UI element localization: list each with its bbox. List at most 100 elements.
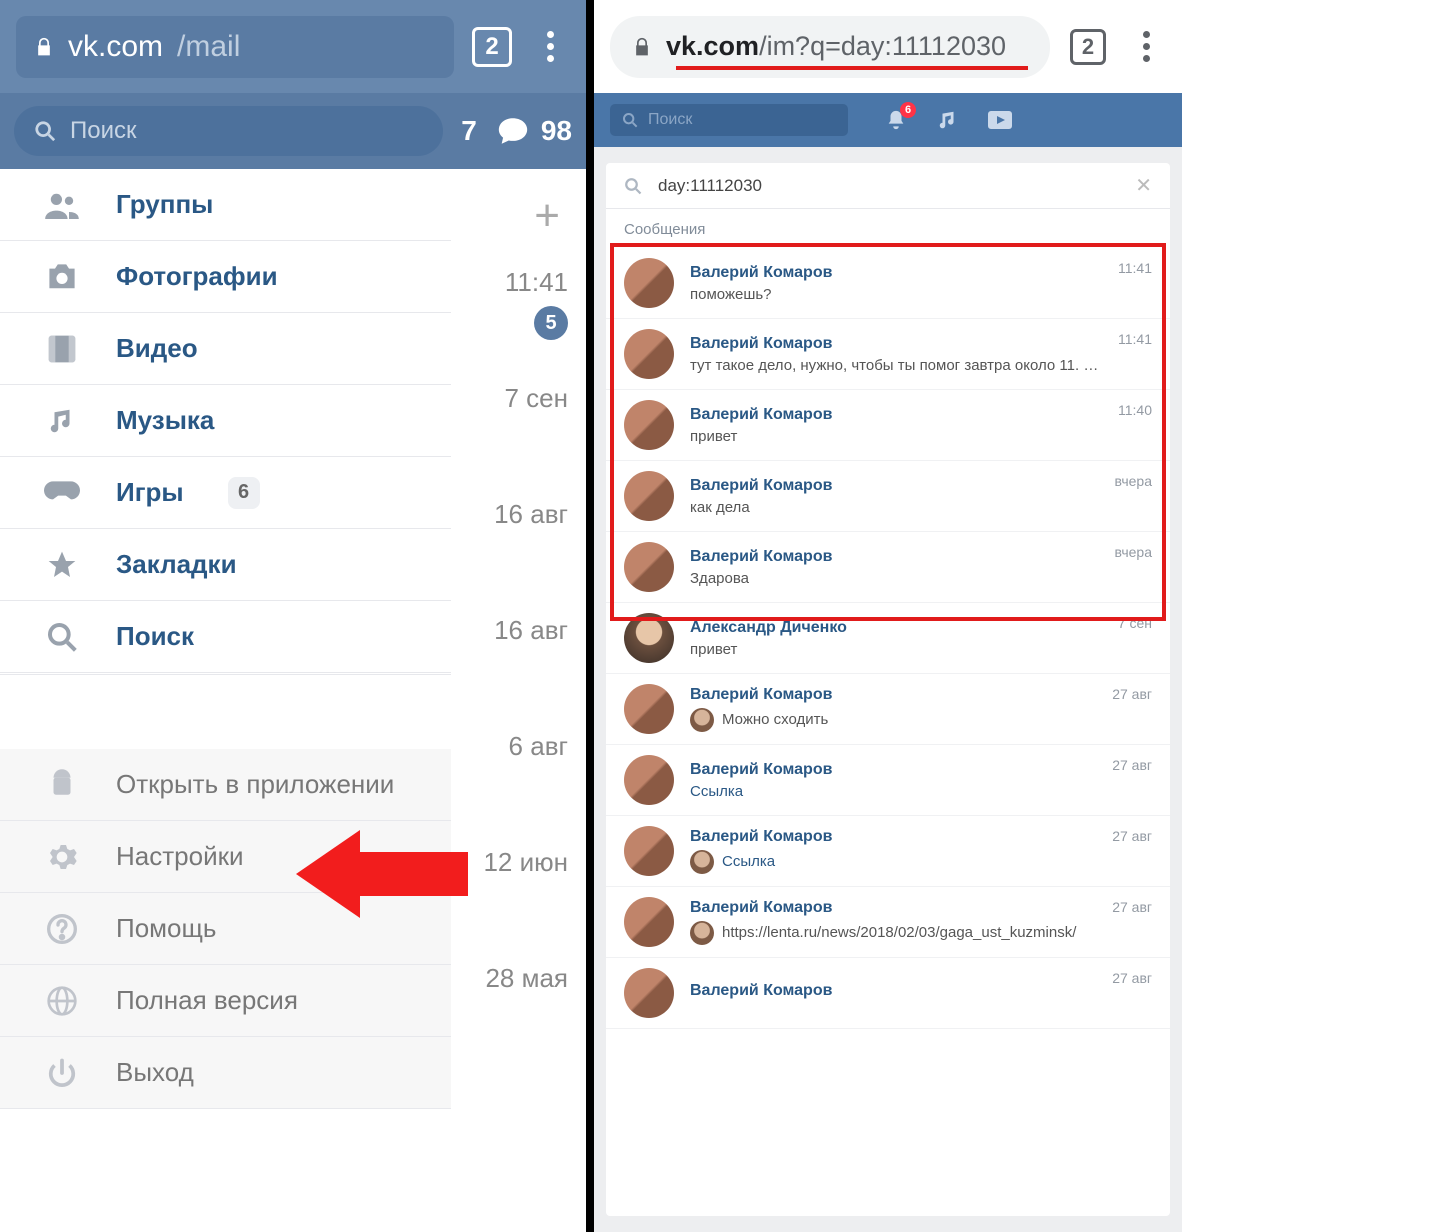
menu-label: Музыка xyxy=(116,405,214,436)
sender-name: Валерий Комаров xyxy=(690,686,1096,704)
menu-item-video[interactable]: Видео xyxy=(0,313,451,385)
clear-search-icon[interactable]: ✕ xyxy=(1135,173,1152,198)
message-result-item[interactable]: Валерий Комаров как дела вчера xyxy=(606,461,1170,532)
message-result-item[interactable]: Валерий Комаров Можно сходить 27 авг xyxy=(606,674,1170,745)
avatar xyxy=(624,329,674,379)
message-time: 7 сен xyxy=(1118,615,1152,631)
message-preview: как дела xyxy=(690,499,1099,516)
bg-time: 7 сен xyxy=(504,383,568,414)
tabs-button[interactable]: 2 xyxy=(1070,29,1106,65)
avatar xyxy=(624,542,674,592)
message-result-item[interactable]: Валерий Комаров тут такое дело, нужно, ч… xyxy=(606,319,1170,390)
music-icon xyxy=(44,403,80,439)
avatar xyxy=(624,613,674,663)
camera-icon xyxy=(44,259,80,295)
browser-menu-icon[interactable] xyxy=(1126,27,1166,67)
avatar xyxy=(624,400,674,450)
vk-sidebar-menu: Группы Фотографии Видео Музыка Игры 6 За… xyxy=(0,169,451,1109)
groups-icon xyxy=(44,187,80,223)
url-domain: vk.com xyxy=(666,31,759,61)
left-screenshot: vk.com/mail 2 Поиск 7 98 + 11:415 7 сен … xyxy=(0,0,594,1232)
im-search-row[interactable]: day:11112030 ✕ xyxy=(606,163,1170,209)
right-screenshot: vk.com/im?q=day:11112030 2 Поиск 6 xyxy=(594,0,1182,1232)
globe-icon xyxy=(44,983,80,1019)
menu-label: Полная версия xyxy=(116,985,298,1016)
avatar xyxy=(624,258,674,308)
message-time: 27 авг xyxy=(1112,970,1152,986)
message-time: 11:41 xyxy=(1118,331,1152,347)
message-time: 27 авг xyxy=(1112,686,1152,702)
avatar xyxy=(624,826,674,876)
message-result-item[interactable]: Александр Диченко привет 7 сен xyxy=(606,603,1170,674)
notifications-count[interactable]: 7 xyxy=(461,115,477,147)
avatar xyxy=(624,471,674,521)
browser-menu-icon[interactable] xyxy=(530,27,570,67)
sender-name: Валерий Комаров xyxy=(690,899,1096,917)
message-result-item[interactable]: Валерий Комаров 27 авг xyxy=(606,958,1170,1029)
browser-chrome-left: vk.com/mail 2 xyxy=(0,0,586,93)
avatar xyxy=(624,684,674,734)
sender-name: Валерий Комаров xyxy=(690,761,1096,779)
search-placeholder: Поиск xyxy=(648,111,692,129)
url-underline-annotation xyxy=(676,66,1028,70)
compose-icon[interactable]: + xyxy=(534,191,560,241)
vk-search-input[interactable]: Поиск xyxy=(14,106,443,156)
menu-label: Закладки xyxy=(116,549,237,580)
message-result-item[interactable]: Валерий Комаров привет 11:40 xyxy=(606,390,1170,461)
bg-time: 11:41 xyxy=(505,267,568,298)
message-result-item[interactable]: Валерий Комаров Ссылка 27 авг xyxy=(606,816,1170,887)
message-preview: привет xyxy=(690,641,1102,658)
vk-header-right: Поиск 6 xyxy=(594,93,1182,147)
url-domain: vk.com xyxy=(68,30,163,64)
bg-time: 28 мая xyxy=(485,963,568,994)
address-bar[interactable]: vk.com/im?q=day:11112030 xyxy=(610,16,1050,78)
browser-chrome-right: vk.com/im?q=day:11112030 2 xyxy=(594,0,1182,93)
menu-item-help[interactable]: Помощь xyxy=(0,893,451,965)
message-time: 11:41 xyxy=(1118,260,1152,276)
message-result-item[interactable]: Валерий Комаров Ссылка 27 авг xyxy=(606,745,1170,816)
sender-name: Валерий Комаров xyxy=(690,264,1102,282)
music-icon[interactable] xyxy=(936,108,960,132)
search-icon xyxy=(44,619,80,655)
message-time: 27 авг xyxy=(1112,828,1152,844)
menu-label: Выход xyxy=(116,1057,194,1088)
menu-label: Игры xyxy=(116,477,184,508)
menu-item-search[interactable]: Поиск xyxy=(0,601,451,673)
message-preview: Можно сходить xyxy=(690,708,1096,732)
vk-header-left: Поиск 7 98 xyxy=(0,93,586,169)
menu-item-star[interactable]: Закладки xyxy=(0,529,451,601)
bg-time: 6 авг xyxy=(509,731,568,762)
message-result-item[interactable]: Валерий Комаров поможешь? 11:41 xyxy=(606,248,1170,319)
tabs-button[interactable]: 2 xyxy=(472,27,512,67)
sender-name: Валерий Комаров xyxy=(690,335,1102,353)
avatar xyxy=(624,755,674,805)
menu-label: Открыть в приложении xyxy=(116,769,394,800)
section-header: Сообщения xyxy=(606,209,1170,248)
menu-item-camera[interactable]: Фотографии xyxy=(0,241,451,313)
own-avatar-icon xyxy=(690,850,714,874)
video-play-icon[interactable] xyxy=(988,108,1012,132)
message-preview: https://lenta.ru/news/2018/02/03/gaga_us… xyxy=(690,921,1096,945)
menu-item-power[interactable]: Выход xyxy=(0,1037,451,1109)
message-time: вчера xyxy=(1115,544,1152,560)
video-icon xyxy=(44,331,80,367)
menu-item-groups[interactable]: Группы xyxy=(0,169,451,241)
sender-name: Валерий Комаров xyxy=(690,406,1102,424)
vk-search-input[interactable]: Поиск xyxy=(610,104,848,136)
search-placeholder: Поиск xyxy=(70,117,137,145)
bell-icon[interactable]: 6 xyxy=(884,108,908,132)
gear-icon xyxy=(44,839,80,875)
menu-item-games[interactable]: Игры 6 xyxy=(0,457,451,529)
message-time: 27 авг xyxy=(1112,757,1152,773)
own-avatar-icon xyxy=(690,921,714,945)
address-bar[interactable]: vk.com/mail xyxy=(16,16,454,78)
message-result-item[interactable]: Валерий Комаров https://lenta.ru/news/20… xyxy=(606,887,1170,958)
im-search-value: day:11112030 xyxy=(658,176,762,196)
url-path: /im?q=day:11112030 xyxy=(759,31,1006,61)
power-icon xyxy=(44,1055,80,1091)
menu-item-globe[interactable]: Полная версия xyxy=(0,965,451,1037)
menu-item-android[interactable]: Открыть в приложении xyxy=(0,749,451,821)
menu-item-music[interactable]: Музыка xyxy=(0,385,451,457)
messages-icon[interactable] xyxy=(495,114,531,148)
message-result-item[interactable]: Валерий Комаров Здарова вчера xyxy=(606,532,1170,603)
